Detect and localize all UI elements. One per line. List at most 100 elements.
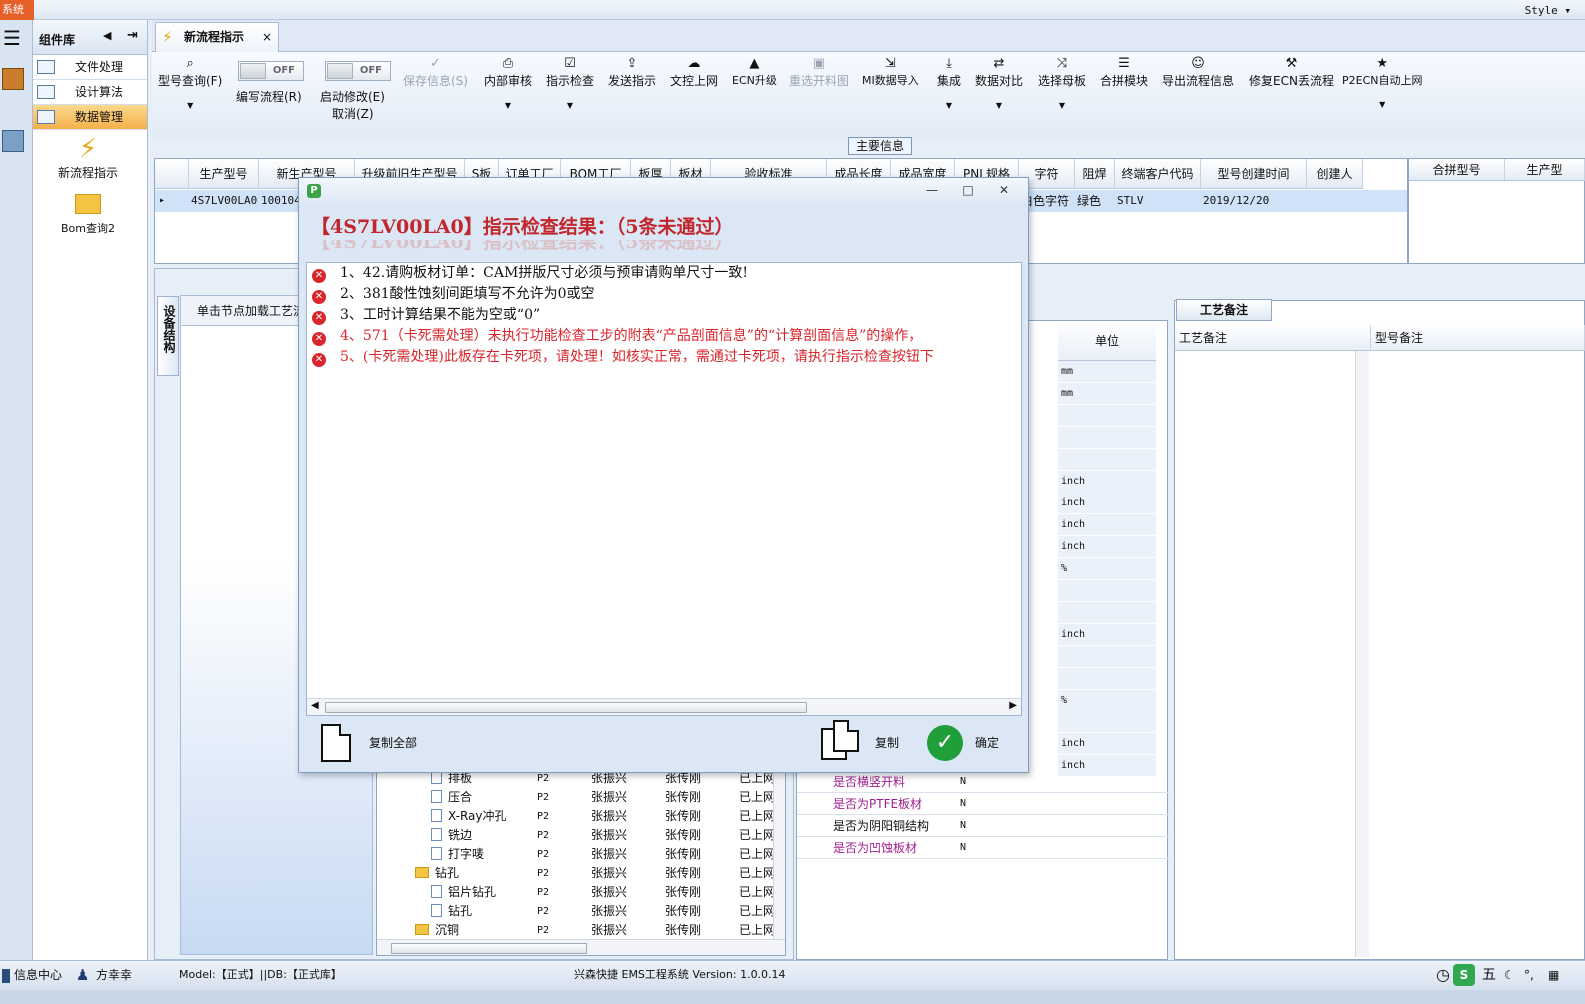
property-row[interactable]: 是否横竖开料 N <box>797 771 1169 793</box>
copy-button[interactable]: 复制 <box>821 718 911 768</box>
table-row[interactable]: 压合 P2 张振兴 张传刚 已上网 <box>377 788 785 807</box>
grid-icon[interactable]: ▦ <box>1548 961 1559 989</box>
horizontal-scrollbar[interactable] <box>377 939 785 955</box>
tree-node[interactable]: 钻孔 <box>415 864 459 883</box>
property-row[interactable]: 是否为凹蚀板材 N <box>797 837 1169 859</box>
chevron-down-icon[interactable]: ▼ <box>158 101 222 110</box>
maximize-button[interactable]: □ <box>957 183 979 199</box>
data-compare-button[interactable]: ⇄ 数据对比 ▼ <box>975 56 1023 110</box>
scroll-left-icon[interactable]: ◀ <box>311 700 319 711</box>
scrollbar-thumb[interactable] <box>391 943 587 954</box>
result-list[interactable]: ✕ 1、42.请购板材订单：CAM拼版尺寸必须与预审请购单尺寸一致! ✕ 2、381酸… <box>306 262 1022 716</box>
repair-ecn-button[interactable]: ⚒ 修复ECN丢流程 <box>1249 56 1334 89</box>
column-header[interactable]: 创建人 <box>1307 159 1363 189</box>
cancel-edit-label[interactable]: 取消(Z) <box>332 105 374 122</box>
column-header[interactable]: 生产型号 <box>189 159 259 189</box>
ime-mode[interactable]: 五 <box>1482 961 1496 989</box>
vertical-scrollbar[interactable] <box>773 761 785 939</box>
type-query-button[interactable]: ⌕ 型号查询(F) ▼ <box>158 56 222 110</box>
tree-node[interactable]: 钻孔 <box>431 902 472 921</box>
notes-scrollbar[interactable] <box>1355 351 1369 957</box>
punctuation-icon[interactable]: °, <box>1524 961 1534 989</box>
tree-node[interactable]: X-Ray冲孔 <box>431 807 506 826</box>
merge-module-button[interactable]: ☰ 合拼模块 <box>1100 56 1148 89</box>
notes-panel[interactable]: 工艺备注 型号备注 <box>1174 300 1585 960</box>
property-row[interactable]: 是否为PTFE板材 N <box>797 793 1169 815</box>
tree-node[interactable]: 沉铜 <box>415 921 459 940</box>
integrate-button[interactable]: ⤓ 集成 ▼ <box>937 56 961 110</box>
minimize-button[interactable]: — <box>921 183 943 199</box>
ok-button[interactable]: ✓ 确定 <box>927 718 1017 768</box>
moon-icon[interactable]: ☾ <box>1504 961 1515 989</box>
internal-review-button[interactable]: ⎙ 内部审核 ▼ <box>484 56 532 110</box>
mi-import-button[interactable]: ⇲ MI数据导入 <box>862 56 919 88</box>
column-header[interactable]: 生产型 <box>1505 159 1585 181</box>
select-master-button[interactable]: ⤨ 选择母板 ▼ <box>1038 56 1086 110</box>
result-item[interactable]: ✕ 2、381酸性蚀刻间距填写不允许为0或空 <box>307 284 1021 305</box>
pin-icon[interactable]: ⇥ <box>127 28 138 43</box>
chevron-down-icon[interactable]: ▼ <box>484 101 532 110</box>
table-row[interactable]: 打字唛 P2 张振兴 张传刚 已上网 <box>377 845 785 864</box>
hamburger-icon[interactable]: ☰ <box>3 28 21 48</box>
copy-all-button[interactable]: 复制全部 <box>321 718 451 768</box>
chevron-down-icon[interactable]: ▼ <box>1038 101 1086 110</box>
process-tree-grid[interactable]: 排板 P2 张振兴 张传刚 已上网 压合 P2 张振兴 张传刚 已上网 X-Ray冲孔 P2 张振兴 张传… <box>376 760 786 956</box>
info-center-label[interactable]: 信息中心 <box>14 961 62 989</box>
result-item[interactable]: ✕ 1、42.请购板材订单：CAM拼版尺寸必须与预审请购单尺寸一致! <box>307 263 1021 284</box>
ecn-upgrade-button[interactable]: ▲ ECN升级 <box>732 56 777 88</box>
export-flow-button[interactable]: ☺ 导出流程信息 <box>1162 56 1234 89</box>
result-item[interactable]: ✕ 4、571（卡死需处理）未执行功能检查工步的附表“产品剖面信息”的“计算剖面信… <box>307 326 1021 347</box>
upload-doc-button[interactable]: ☁ 文控上网 <box>670 56 718 89</box>
ime-logo-icon[interactable]: S <box>1453 964 1475 986</box>
chevron-down-icon[interactable]: ▼ <box>975 101 1023 110</box>
table-row[interactable]: 钻孔 P2 张振兴 张传刚 已上网 <box>377 864 785 883</box>
tab-new-flow[interactable]: ⚡ 新流程指示 × <box>155 22 279 52</box>
send-instruction-button[interactable]: ⇪ 发送指示 <box>608 56 656 89</box>
tree-node[interactable]: 打字唛 <box>431 845 484 864</box>
app-badge[interactable]: 系统 <box>0 0 34 20</box>
column-header[interactable]: 型号创建时间 <box>1201 159 1307 189</box>
table-row[interactable]: 钻孔 P2 张振兴 张传刚 已上网 <box>377 902 785 921</box>
horizontal-scrollbar[interactable]: ◀ ▶ <box>307 698 1021 715</box>
instruction-check-button[interactable]: ☑ 指示检查 ▼ <box>546 56 594 110</box>
tab-close-icon[interactable]: × <box>262 23 272 51</box>
table-row[interactable]: 铝片钻孔 P2 张振兴 张传刚 已上网 <box>377 883 785 902</box>
clock-icon[interactable]: ◷ <box>1436 961 1450 989</box>
tab-process-notes[interactable]: 工艺备注 <box>1176 299 1272 321</box>
chevron-down-icon[interactable]: ▼ <box>546 101 594 110</box>
launcher-new-flow[interactable]: ⚡ 新流程指示 <box>33 134 143 181</box>
info-center-icon[interactable] <box>2 969 10 983</box>
p2ecn-button[interactable]: ★ P2ECN自动上网 ▼ <box>1342 56 1423 109</box>
tree-node[interactable]: 铣边 <box>431 826 472 845</box>
tree-node[interactable]: 压合 <box>431 788 472 807</box>
tree-node[interactable]: 铝片钻孔 <box>431 883 496 902</box>
merge-model-grid[interactable]: 合拼型号 生产型 <box>1408 158 1585 264</box>
sidebar-item-file[interactable]: 文件处理 <box>33 55 147 80</box>
scrollbar-thumb[interactable] <box>325 702 807 713</box>
table-row[interactable]: 铣边 P2 张振兴 张传刚 已上网 <box>377 826 785 845</box>
close-button[interactable]: ✕ <box>993 183 1015 199</box>
edit-flow-toggle[interactable]: OFF <box>238 61 304 81</box>
sidebar-item-data[interactable]: 数据管理 <box>33 105 147 130</box>
table-row[interactable]: X-Ray冲孔 P2 张振兴 张传刚 已上网 <box>377 807 785 826</box>
launcher-bom-query[interactable]: Bom查询2 <box>33 192 143 236</box>
reselect-cut-button[interactable]: ▣ 重选开料图 <box>789 56 849 89</box>
save-info-button[interactable]: ✓ 保存信息(S) <box>403 56 468 89</box>
machine-icon[interactable] <box>2 130 24 152</box>
collapse-left-icon[interactable]: ◀ <box>103 29 111 42</box>
chevron-down-icon[interactable]: ▼ <box>1342 100 1423 109</box>
style-menu[interactable]: Style ▾ <box>1525 4 1571 17</box>
result-item[interactable]: ✕ 5、(卡死需处理)此板存在卡死项，请处理！如核实正常，需通过卡死项，请执行指示… <box>307 347 1021 368</box>
check-result-dialog[interactable]: P — □ ✕ 【4S7LV00LA0】指示检查结果：（5条未通过） 【4S7L… <box>298 177 1029 773</box>
sidebar-item-algorithm[interactable]: 设计算法 <box>33 80 147 105</box>
dialog-title-bar[interactable]: P — □ ✕ <box>299 178 1028 206</box>
result-item[interactable]: ✕ 3、工时计算结果不能为空或“0” <box>307 305 1021 326</box>
table-row[interactable]: 沉铜 P2 张振兴 张传刚 已上网 <box>377 921 785 940</box>
tab-device-structure[interactable]: 设备结构 <box>157 296 179 376</box>
property-row[interactable]: 是否为阴阳铜结构 N <box>797 815 1169 837</box>
column-header[interactable]: 终端客户代码 <box>1115 159 1201 189</box>
column-header[interactable]: 阻焊 <box>1075 159 1115 189</box>
chevron-down-icon[interactable]: ▼ <box>937 101 961 110</box>
factory-icon[interactable] <box>2 68 24 90</box>
column-header[interactable]: 合拼型号 <box>1409 159 1505 181</box>
